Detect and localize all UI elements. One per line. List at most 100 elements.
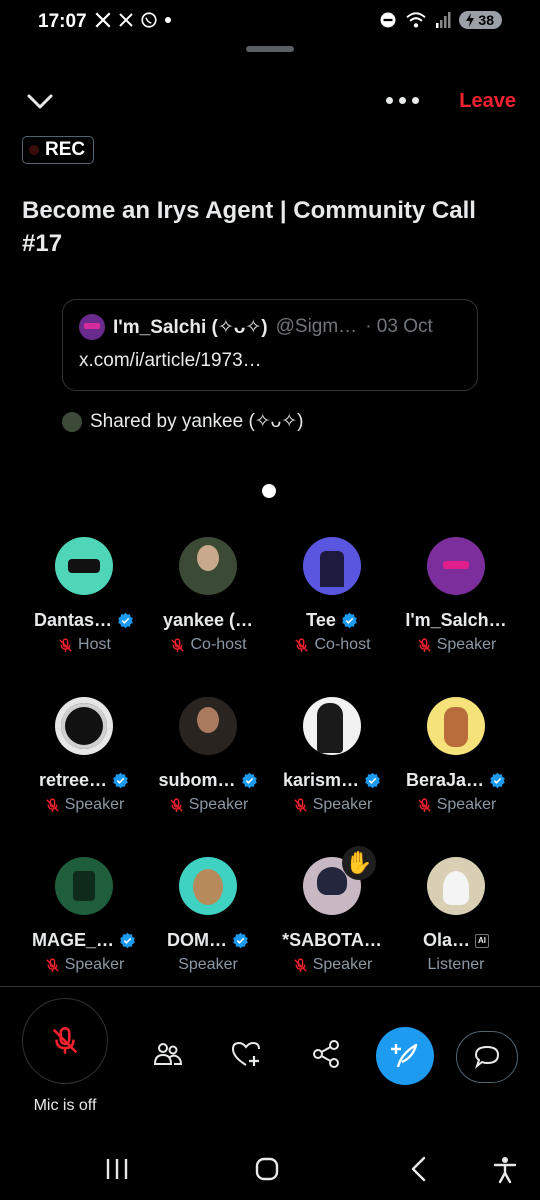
recording-label: REC: [45, 139, 86, 160]
sheet-drag-handle[interactable]: [246, 46, 294, 52]
recent-apps-icon[interactable]: [102, 1154, 132, 1184]
participant-name: Ola…: [422, 930, 470, 950]
mic-muted-icon: [46, 797, 59, 812]
compose-button[interactable]: [376, 1027, 434, 1085]
home-icon[interactable]: [252, 1154, 282, 1184]
participant-name: DOM…: [167, 930, 227, 950]
post-date: · 03 Oct: [365, 316, 433, 337]
signal-icon: [436, 12, 451, 28]
participant-card[interactable]: Ola… AI Listener: [394, 854, 518, 990]
accessibility-icon[interactable]: [490, 1154, 520, 1184]
participant-card[interactable]: subom… Speaker: [146, 694, 270, 830]
avatar: [427, 857, 485, 915]
participant-role: Co-host: [190, 636, 247, 653]
automated-badge-icon: AI: [475, 933, 489, 948]
shared-post-header: I'm_Salchi (✧ᴗ✧) @Sigm… · 03 Oct: [79, 314, 469, 340]
space-top-bar: Leave: [0, 80, 540, 124]
chat-button[interactable]: [456, 1031, 518, 1083]
system-icons: 38: [379, 11, 502, 29]
participant-role-line: Speaker: [270, 796, 394, 814]
avatar: [79, 314, 105, 340]
participant-role: Speaker: [312, 956, 373, 973]
participant-name-line: Dantas…: [22, 610, 146, 631]
shared-by-text: Shared by yankee (✧ᴗ✧): [90, 411, 304, 432]
raised-hand-icon: ✋: [342, 846, 376, 880]
participant-role: Speaker: [188, 796, 249, 813]
participant-role: Speaker: [64, 796, 125, 813]
post-author-name: I'm_Salchi (✧ᴗ✧): [113, 316, 268, 338]
mic-status-label: Mic is off: [33, 1097, 97, 1114]
mic-muted-icon: [171, 637, 185, 652]
participant-card[interactable]: I'm_Salch… Speaker: [394, 534, 518, 670]
participant-card[interactable]: retree… Speaker: [22, 694, 146, 830]
participant-card[interactable]: Dantas… Host: [22, 534, 146, 670]
participant-role-line: Speaker: [146, 796, 270, 814]
participant-role-line: Speaker: [146, 956, 270, 974]
participant-name: Dantas…: [33, 610, 113, 630]
status-bar: 17:07 38: [0, 0, 540, 46]
avatar: [179, 697, 237, 755]
system-navigation-bar: [0, 1140, 540, 1200]
verified-badge-icon: [113, 772, 128, 789]
participant-card[interactable]: Tee Co-host: [270, 534, 394, 670]
participant-role-line: Speaker: [394, 796, 518, 814]
post-link[interactable]: x.com/i/article/1973…: [79, 350, 262, 372]
participant-name: *SABOTA…: [282, 930, 382, 950]
more-options-button[interactable]: [386, 90, 424, 110]
recording-badge: REC: [22, 136, 95, 164]
participant-card[interactable]: DOM… Speaker: [146, 854, 270, 990]
participant-name: yankee (…: [162, 610, 254, 630]
participant-role-line: Speaker: [22, 956, 146, 974]
compose-icon: [391, 1043, 418, 1068]
avatar: [179, 537, 237, 595]
verified-badge-icon: [342, 612, 357, 629]
whatsapp-icon: [141, 12, 157, 28]
mic-muted-icon: [294, 797, 307, 812]
participant-role: Speaker: [436, 796, 497, 813]
participant-name-line: I'm_Salch…: [394, 610, 518, 631]
avatar: [62, 411, 82, 432]
divider: [0, 986, 540, 987]
recording-dot-icon: [29, 145, 39, 155]
mic-muted-icon: [170, 797, 183, 812]
people-icon[interactable]: [152, 1038, 184, 1070]
battery-indicator: 38: [459, 11, 502, 29]
leave-button[interactable]: Leave: [459, 90, 516, 113]
mic-off-icon: [52, 1026, 78, 1054]
chevron-down-icon[interactable]: [24, 88, 56, 116]
participant-name: subom…: [158, 770, 236, 790]
participant-name-line: karism…: [270, 770, 394, 791]
dnd-icon: [380, 12, 396, 28]
heart-add-icon[interactable]: [230, 1038, 262, 1070]
mic-toggle-button[interactable]: [22, 998, 108, 1084]
status-time: 17:07: [38, 11, 87, 32]
participants-grid: Dantas… Host yankee (… Co-host Tee Co-host I'm…: [22, 534, 518, 990]
mic-muted-icon: [59, 637, 72, 652]
participant-card[interactable]: MAGE_… Speaker: [22, 854, 146, 990]
avatar: [55, 537, 113, 595]
participant-card[interactable]: yankee (… Co-host: [146, 534, 270, 670]
participant-name: MAGE_…: [31, 930, 114, 950]
participant-name-line: retree…: [22, 770, 146, 791]
participant-role: Co-host: [314, 636, 371, 653]
participant-name-line: MAGE_…: [22, 930, 146, 951]
back-icon[interactable]: [404, 1154, 434, 1184]
participant-name: Tee: [306, 610, 336, 630]
participant-role: Speaker: [436, 636, 497, 653]
share-icon[interactable]: [310, 1038, 342, 1070]
verified-badge-icon: [120, 932, 135, 949]
shared-post-card[interactable]: I'm_Salchi (✧ᴗ✧) @Sigm… · 03 Oct x.com/i…: [62, 299, 478, 391]
battery-level: 38: [478, 12, 494, 28]
participant-name-line: Tee: [270, 610, 394, 631]
mic-muted-icon: [294, 957, 307, 972]
participant-card[interactable]: ✋ *SABOTA… Speaker: [270, 846, 394, 990]
avatar: [427, 537, 485, 595]
mic-muted-icon: [295, 637, 309, 652]
more-dot: [386, 96, 393, 104]
participant-card[interactable]: BeraJa… Speaker: [394, 694, 518, 830]
participant-card[interactable]: karism… Speaker: [270, 694, 394, 830]
avatar: [303, 537, 361, 595]
post-author-handle: @Sigm…: [275, 316, 358, 337]
participant-role-line: Listener: [394, 956, 518, 974]
x-logo-icon: [119, 13, 133, 27]
